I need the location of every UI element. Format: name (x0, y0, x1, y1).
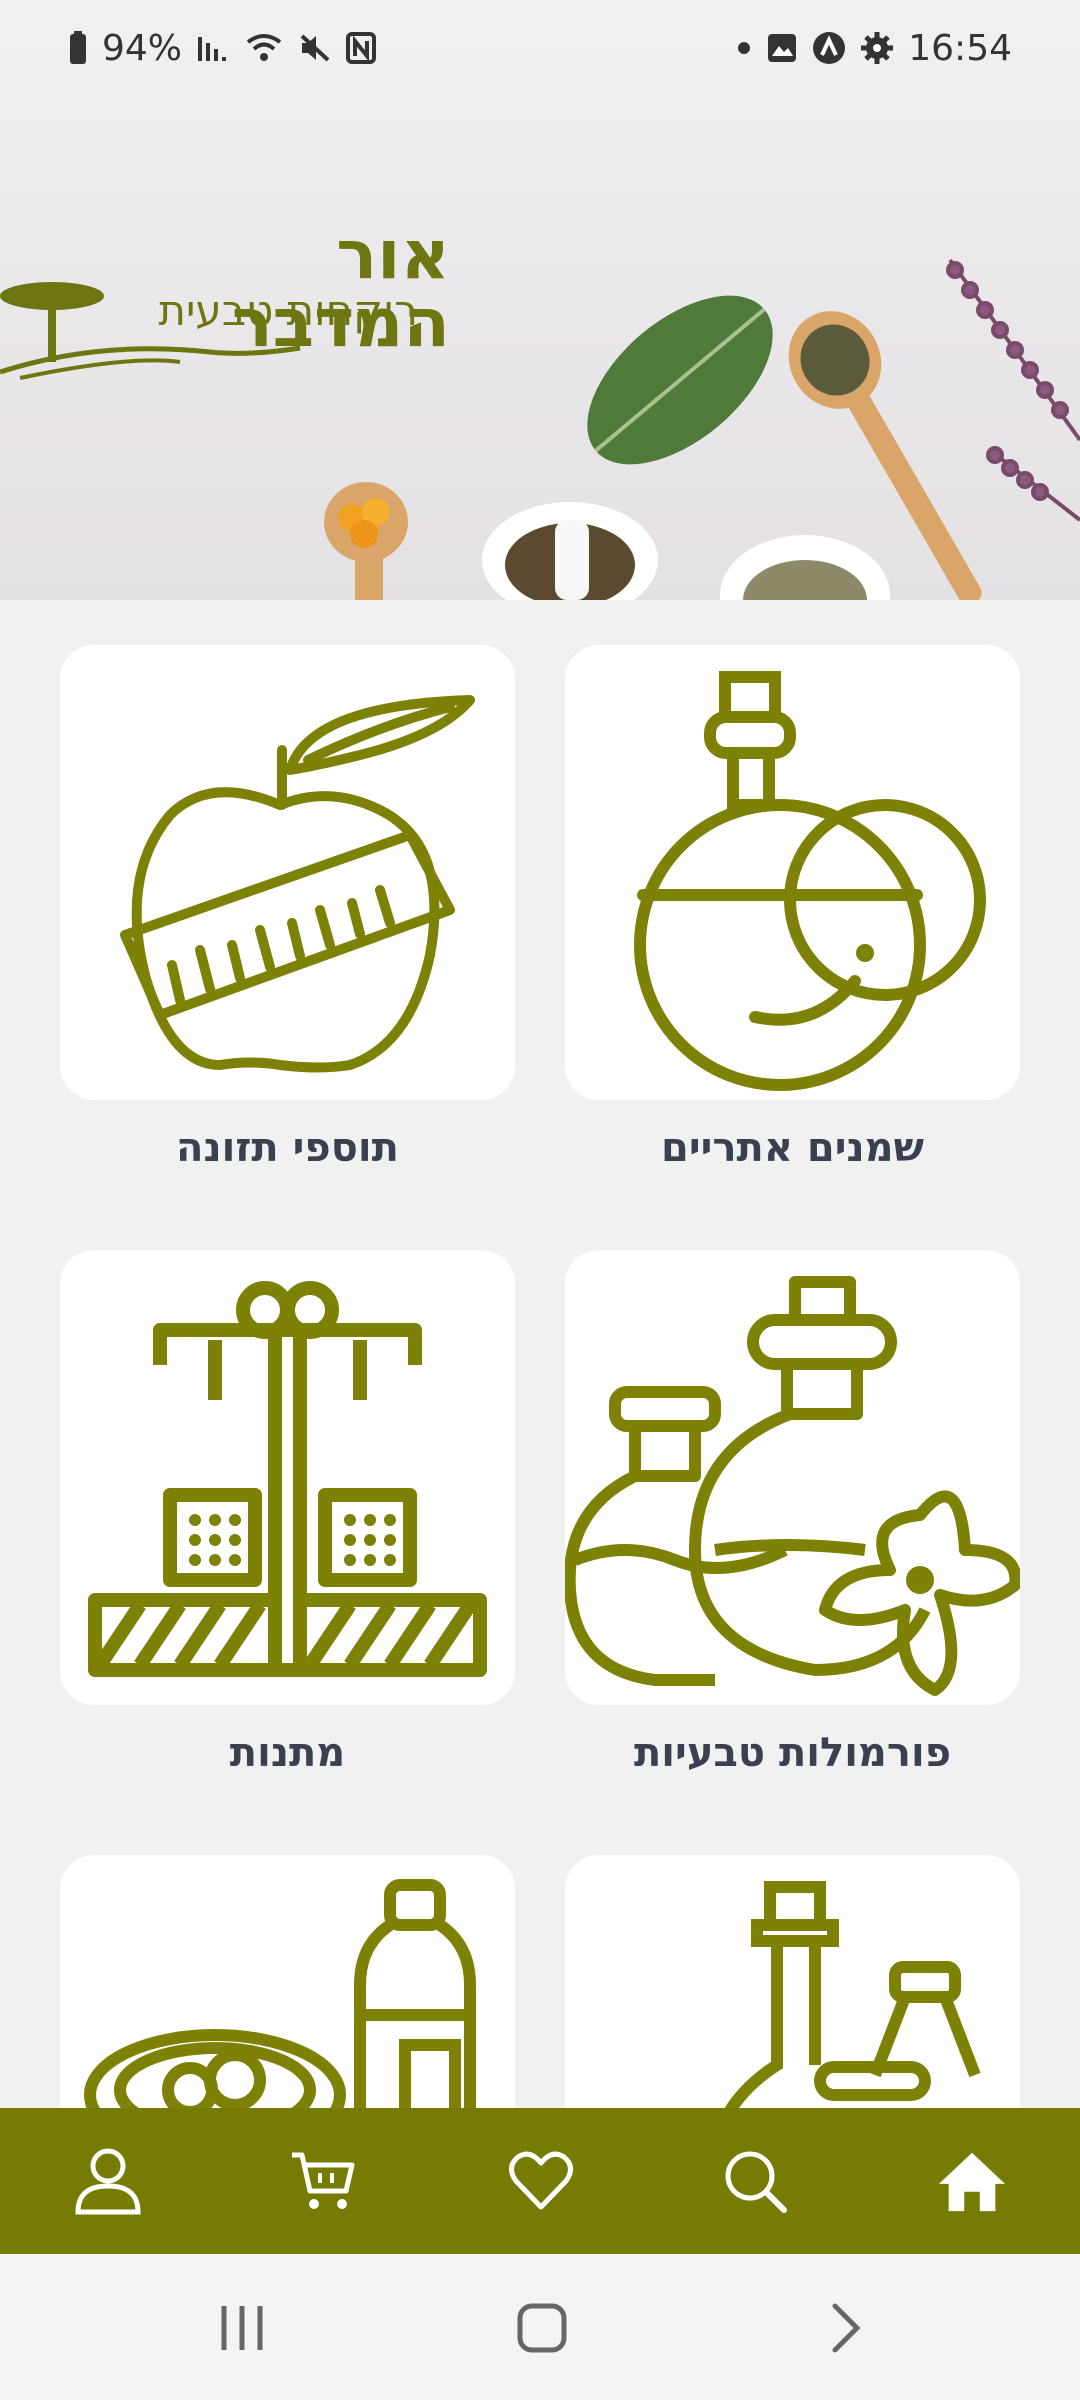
profile-icon[interactable] (73, 2146, 143, 2216)
heart-icon[interactable] (506, 2146, 576, 2216)
home-button[interactable] (512, 2300, 572, 2356)
system-nav-bar (0, 2254, 1080, 2400)
gift-boxes-icon (88, 1281, 487, 1677)
category-label-essential-oils[interactable]: שמנים אתריים (565, 1125, 1020, 1171)
category-tile-gifts[interactable] (60, 1250, 515, 1705)
category-label-supplements[interactable]: תוספי תזונה (60, 1125, 515, 1171)
search-icon[interactable] (720, 2146, 790, 2216)
home-icon[interactable] (937, 2146, 1007, 2216)
oil-flask-icon (634, 671, 986, 1091)
category-tile-essential-oils[interactable] (565, 645, 1020, 1100)
logo-subtitle: רוקחות טבעית (158, 286, 418, 335)
battery-icon (68, 31, 88, 65)
category-label-natural-formulas[interactable]: פורמולות טבעיות (565, 1730, 1020, 1776)
back-button[interactable] (815, 2300, 875, 2356)
nfc-icon (346, 32, 377, 64)
app-icon (812, 31, 846, 65)
notification-dot-icon (736, 40, 752, 56)
bottles-flower-icon (565, 1276, 1020, 1696)
settings-icon (860, 31, 894, 65)
category-label-gifts[interactable]: מתנות (60, 1730, 515, 1776)
status-bar: 94% 16:54 (0, 0, 1080, 96)
apple-tape-icon (120, 695, 475, 1073)
mute-icon (298, 32, 332, 64)
wifi-icon (244, 32, 284, 64)
signal-icon (196, 33, 230, 63)
category-tile-natural-formulas[interactable] (565, 1250, 1020, 1705)
recent-apps-button[interactable] (212, 2300, 272, 2356)
cart-icon[interactable] (288, 2146, 358, 2216)
bottom-nav (0, 2108, 1080, 2254)
category-tile-supplements[interactable] (60, 645, 515, 1100)
gallery-icon (766, 32, 798, 64)
clock: 16:54 (908, 27, 1012, 69)
battery-percent: 94% (102, 27, 183, 69)
